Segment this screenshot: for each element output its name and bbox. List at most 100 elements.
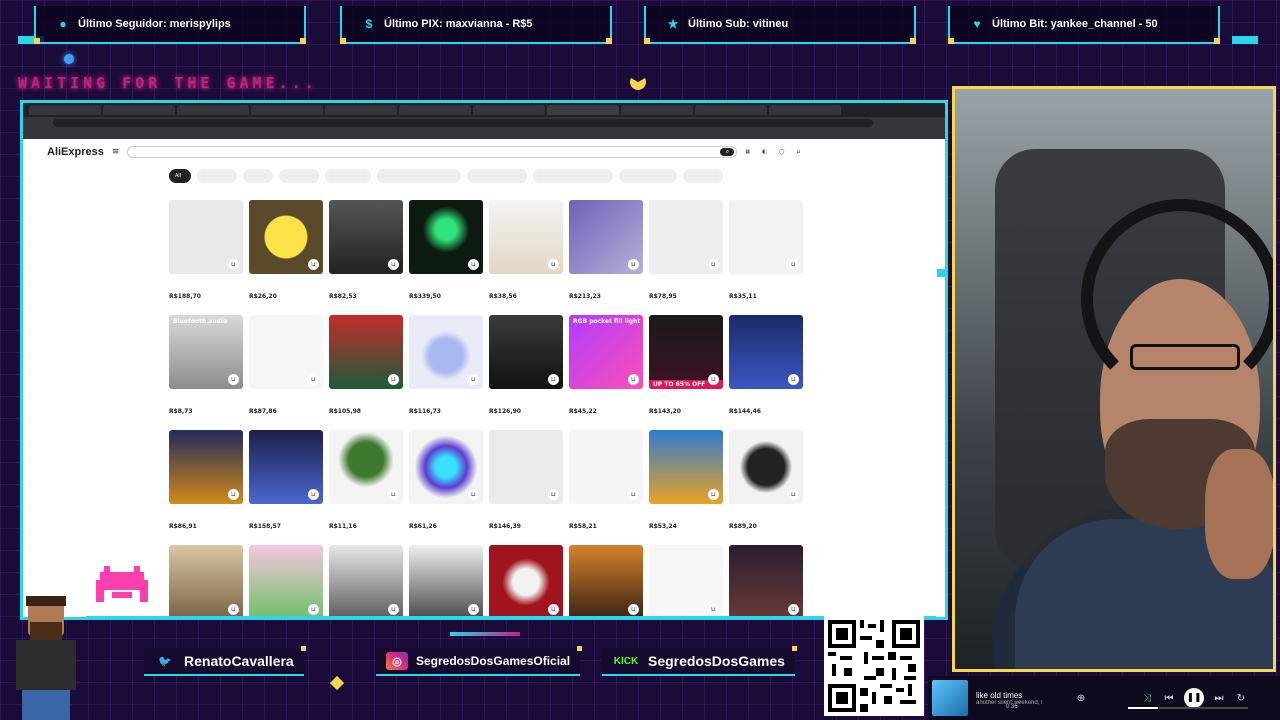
add-cart-icon[interactable]: ⊔	[628, 604, 639, 615]
url-input[interactable]	[53, 119, 873, 127]
add-icon[interactable]: ⊕	[1074, 691, 1088, 705]
product-card[interactable]: ⊔ R$87,86	[249, 315, 323, 423]
add-cart-icon[interactable]: ⊔	[548, 374, 559, 385]
product-card[interactable]: ⊔	[249, 545, 323, 617]
product-card[interactable]: ⊔ R$26,20	[249, 200, 323, 308]
product-card[interactable]: ⊔ R$126,90	[489, 315, 563, 423]
add-cart-icon[interactable]: ⊔	[788, 489, 799, 500]
add-cart-icon[interactable]: ⊔	[628, 489, 639, 500]
product-card[interactable]: ⊔ R$116,73	[409, 315, 483, 423]
shuffle-icon[interactable]: ⤨	[1140, 691, 1154, 705]
add-cart-icon[interactable]: ⊔	[468, 259, 479, 270]
add-cart-icon[interactable]: ⊔	[228, 259, 239, 270]
add-cart-icon[interactable]: ⊔	[308, 489, 319, 500]
add-cart-icon[interactable]: ⊔	[468, 489, 479, 500]
add-cart-icon[interactable]: ⊔	[388, 374, 399, 385]
chip[interactable]	[683, 169, 723, 183]
browser-tab[interactable]	[177, 105, 249, 115]
add-cart-icon[interactable]: ⊔	[548, 604, 559, 615]
product-card[interactable]: ⊔	[729, 545, 803, 617]
add-cart-icon[interactable]: ⊔	[708, 604, 719, 615]
previous-icon[interactable]: ⏮	[1162, 691, 1176, 705]
product-card[interactable]: ⊔ R$339,50	[409, 200, 483, 308]
download-app-icon[interactable]: ▦	[745, 149, 750, 155]
product-card[interactable]: ⊔ R$53,24	[649, 430, 723, 538]
product-card[interactable]: ⊔ R$35,11	[729, 200, 803, 308]
product-card[interactable]: ⊔ R$213,23	[569, 200, 643, 308]
product-card[interactable]: ⊔	[489, 545, 563, 617]
add-cart-icon[interactable]: ⊔	[788, 259, 799, 270]
browser-tab[interactable]	[695, 105, 767, 115]
chip[interactable]	[279, 169, 319, 183]
add-cart-icon[interactable]: ⊔	[388, 259, 399, 270]
product-card[interactable]: ⊔ R$144,46	[729, 315, 803, 423]
product-card[interactable]: ⊔ R$188,70	[169, 200, 243, 308]
product-card[interactable]: ⊔ R$146,39	[489, 430, 563, 538]
add-cart-icon[interactable]: ⊔	[788, 604, 799, 615]
add-cart-icon[interactable]: ⊔	[548, 489, 559, 500]
add-cart-icon[interactable]: ⊔	[788, 374, 799, 385]
language-icon[interactable]: ◧	[762, 149, 767, 155]
account-icon[interactable]: ◯	[779, 149, 785, 155]
add-cart-icon[interactable]: ⊔	[228, 374, 239, 385]
product-card[interactable]: ⊔	[409, 545, 483, 617]
product-card[interactable]: ⊔	[569, 545, 643, 617]
chip[interactable]	[377, 169, 461, 183]
add-cart-icon[interactable]: ⊔	[308, 259, 319, 270]
track-progress[interactable]	[1128, 707, 1248, 709]
add-cart-icon[interactable]: ⊔	[468, 374, 479, 385]
chip[interactable]	[197, 169, 237, 183]
browser-tab[interactable]	[399, 105, 471, 115]
add-cart-icon[interactable]: ⊔	[548, 259, 559, 270]
add-cart-icon[interactable]: ⊔	[708, 259, 719, 270]
browser-tab[interactable]	[29, 105, 101, 115]
add-cart-icon[interactable]: ⊔	[468, 604, 479, 615]
browser-tab[interactable]	[251, 105, 323, 115]
product-card[interactable]: ⊔ R$11,16	[329, 430, 403, 538]
product-card[interactable]: ⊔	[169, 545, 243, 617]
chip[interactable]	[533, 169, 613, 183]
search-icon[interactable]: ⌕	[720, 148, 735, 156]
scrollbar[interactable]	[937, 269, 945, 277]
add-cart-icon[interactable]: ⊔	[628, 374, 639, 385]
product-card[interactable]: ⊔ R$158,57	[249, 430, 323, 538]
product-card[interactable]: ⊔ R$58,21	[569, 430, 643, 538]
add-cart-icon[interactable]: ⊔	[708, 374, 719, 385]
product-card[interactable]: ⊔ R$86,91	[169, 430, 243, 538]
product-card[interactable]: UP TO 65% OFF ⊔ R$143,20	[649, 315, 723, 423]
browser-tab[interactable]	[325, 105, 397, 115]
add-cart-icon[interactable]: ⊔	[388, 489, 399, 500]
add-cart-icon[interactable]: ⊔	[308, 374, 319, 385]
chip[interactable]	[619, 169, 677, 183]
cart-icon[interactable]: ⊔	[797, 149, 801, 155]
add-cart-icon[interactable]: ⊔	[708, 489, 719, 500]
chip-all[interactable]: All	[169, 169, 191, 183]
chip[interactable]	[325, 169, 371, 183]
pause-button[interactable]: ❚❚	[1184, 688, 1204, 708]
browser-tab[interactable]	[621, 105, 693, 115]
add-cart-icon[interactable]: ⊔	[628, 259, 639, 270]
product-card[interactable]: ⊔ R$105,98	[329, 315, 403, 423]
product-card[interactable]: ⊔ R$78,95	[649, 200, 723, 308]
product-card[interactable]: ⊔ R$82,53	[329, 200, 403, 308]
next-icon[interactable]: ⏭	[1212, 691, 1226, 705]
add-cart-icon[interactable]: ⊔	[308, 604, 319, 615]
search-input[interactable]: ⌕	[127, 146, 738, 158]
add-cart-icon[interactable]: ⊔	[228, 604, 239, 615]
repeat-icon[interactable]: ↻	[1234, 691, 1248, 705]
menu-icon[interactable]: ≡	[112, 147, 120, 157]
browser-tab[interactable]	[473, 105, 545, 115]
product-card[interactable]: ⊔	[649, 545, 723, 617]
product-card[interactable]: RGB pocket fill light ⊔ R$45,22	[569, 315, 643, 423]
product-card[interactable]: ⊔ R$38,56	[489, 200, 563, 308]
browser-tab-active[interactable]	[547, 105, 619, 115]
browser-tab[interactable]	[103, 105, 175, 115]
chip[interactable]	[243, 169, 273, 183]
product-card[interactable]: ⊔	[329, 545, 403, 617]
chip[interactable]	[467, 169, 527, 183]
product-card[interactable]: ⊔ R$61,26	[409, 430, 483, 538]
product-card[interactable]: Bluetooth audio ⊔ R$8,73	[169, 315, 243, 423]
site-logo[interactable]: AliExpress	[47, 146, 104, 158]
add-cart-icon[interactable]: ⊔	[388, 604, 399, 615]
browser-tab[interactable]	[769, 105, 841, 115]
